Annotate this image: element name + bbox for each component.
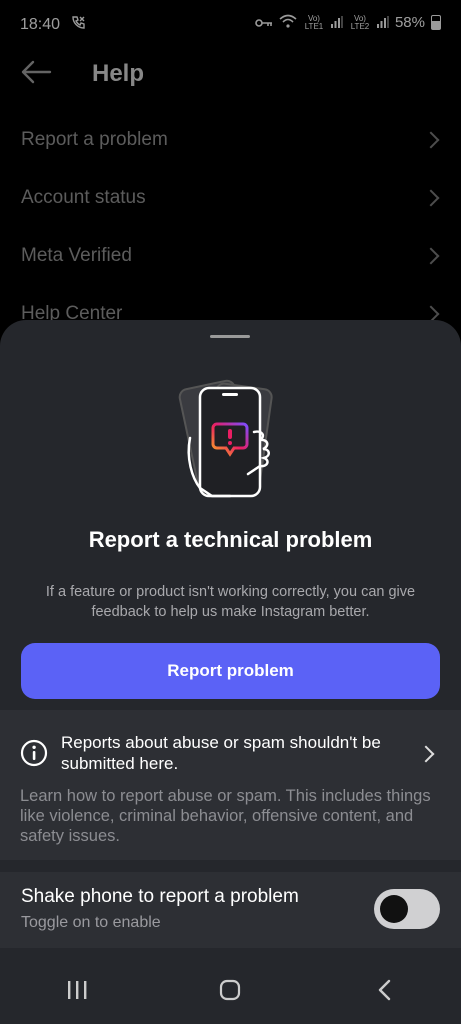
signal-icon-2 [376,15,389,31]
arrow-left-icon [20,60,52,89]
recents-icon [66,980,88,1005]
page-title: Help [92,60,145,87]
status-bar: 18:40 Vo) LTE1 Vo) LTE2 58% [0,0,461,50]
menu-item-report-problem[interactable]: Report a problem [0,111,461,169]
phone-alert-illustration-icon [170,378,294,506]
report-bottom-sheet: Report a technical problem If a feature … [0,320,461,960]
shake-toggle[interactable] [374,889,440,929]
menu-item-meta-verified[interactable]: Meta Verified [0,227,461,285]
menu-item-label: Account status [21,187,146,208]
back-button[interactable] [16,56,56,92]
report-problem-button[interactable]: Report problem [21,643,440,699]
shake-title: Shake phone to report a problem [21,886,299,907]
chevron-right-icon [422,189,440,207]
chevron-right-icon [417,745,435,763]
recents-button[interactable] [47,972,107,1012]
wifi-icon [279,14,297,31]
key-icon [255,15,273,31]
menu-item-label: Report a problem [21,129,168,150]
back-icon [377,979,391,1006]
system-nav-bar [0,960,461,1024]
info-icon [20,739,48,767]
sheet-drag-handle[interactable] [210,335,250,338]
abuse-info-description: Learn how to report abuse or spam. This … [20,787,431,845]
shake-subtitle: Toggle on to enable [21,914,161,931]
status-time: 18:40 [20,16,61,33]
sheet-title: Report a technical problem [88,527,373,552]
home-icon [219,979,241,1006]
abuse-info-link[interactable]: Reports about abuse or spam shouldn't be… [20,732,440,777]
abuse-info-card: Reports about abuse or spam shouldn't be… [0,710,461,860]
abuse-info-title: Reports about abuse or spam shouldn't be… [61,733,381,773]
call-forward-icon [70,15,86,34]
sheet-description: If a feature or product isn't working co… [45,584,416,620]
chevron-right-icon [422,247,440,265]
menu-item-account-status[interactable]: Account status [0,169,461,227]
battery-icon [431,15,441,30]
help-menu-list: Report a problem Account status Meta Ver… [0,111,461,343]
status-icons: Vo) LTE1 Vo) LTE2 58% [255,14,441,31]
home-button[interactable] [200,972,260,1012]
network-1: Vo) LTE1 [304,13,324,31]
toggle-knob [380,895,408,923]
signal-icon-1 [330,15,343,31]
system-back-button[interactable] [354,972,414,1012]
app-header: Help [0,50,461,100]
menu-item-label: Meta Verified [21,245,132,266]
shake-to-report-row: Shake phone to report a problem Toggle o… [0,872,461,948]
chevron-right-icon [422,131,440,149]
battery-percent: 58% [394,14,425,31]
network-2: Vo) LTE2 [350,13,370,31]
